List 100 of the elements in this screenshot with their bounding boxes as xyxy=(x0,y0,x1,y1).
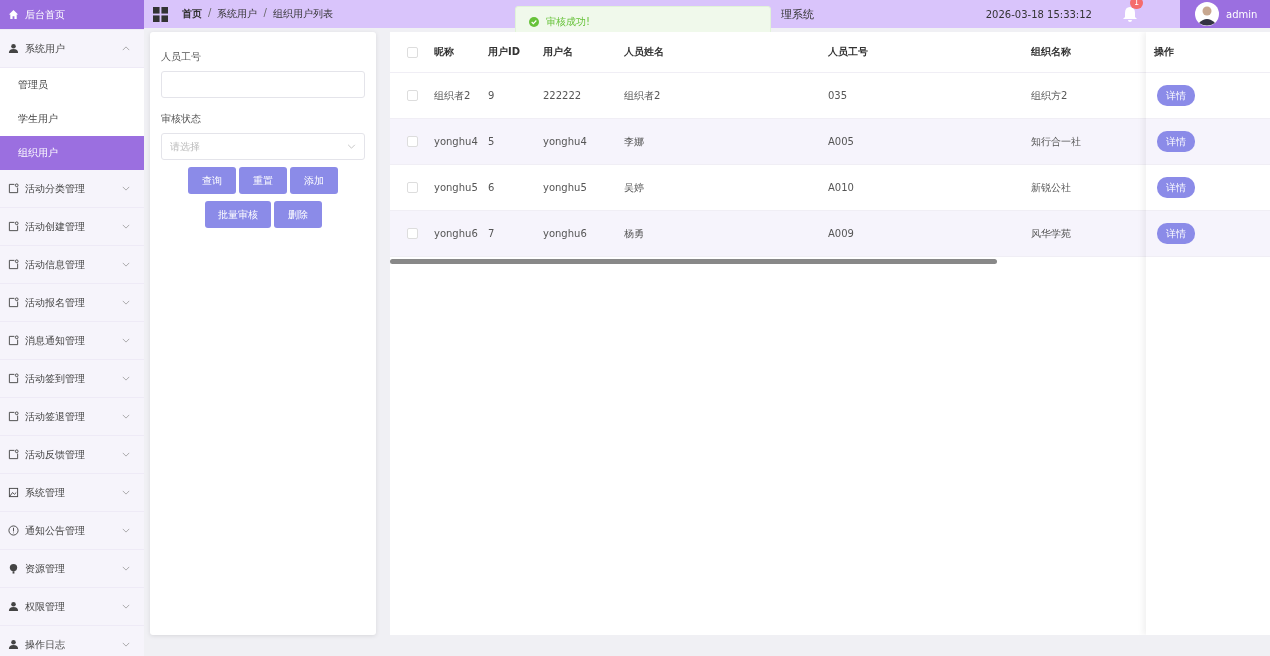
sidebar-item[interactable]: 活动分类管理 xyxy=(0,170,144,208)
table-cell-text: 6 xyxy=(488,182,496,193)
note-icon xyxy=(8,297,19,308)
table-cell-text: yonghu5 xyxy=(434,182,479,193)
chevron-down-icon xyxy=(122,300,130,305)
row-checkbox[interactable] xyxy=(406,182,418,193)
table-cell-text: A009 xyxy=(828,228,855,239)
column-header: 昵称 xyxy=(434,45,455,59)
row-checkbox[interactable] xyxy=(406,136,418,147)
table-cell-text: 222222 xyxy=(543,90,583,101)
table-cell-text: 组织方2 xyxy=(1031,88,1069,103)
avatar-icon xyxy=(1195,2,1219,26)
datetime: 2026-03-18 15:33:12 xyxy=(985,8,1092,20)
chevron-down-icon xyxy=(122,186,130,191)
table-cell-text: yonghu5 xyxy=(543,182,588,193)
table-cell-text: 7 xyxy=(488,228,496,239)
table-cell-text: A005 xyxy=(828,136,855,147)
breadcrumb-item[interactable]: 首页 xyxy=(182,7,202,21)
bulb-icon xyxy=(8,563,19,574)
chevron-down-icon xyxy=(122,376,130,381)
sidebar-item[interactable]: 活动报名管理 xyxy=(0,284,144,322)
sidebar-item[interactable]: 后台首页 xyxy=(0,0,144,30)
table-cell-text: 组织者2 xyxy=(624,88,662,103)
row-checkbox[interactable] xyxy=(406,228,418,239)
notification-badge: 1 xyxy=(1129,0,1144,9)
image-icon xyxy=(8,487,19,498)
select-all-checkbox[interactable] xyxy=(406,46,418,58)
chevron-down-icon xyxy=(122,452,130,457)
user-menu[interactable]: admin xyxy=(1180,0,1270,28)
chevron-down-icon xyxy=(347,144,356,149)
chevron-down-icon xyxy=(122,566,130,571)
chevron-down-icon xyxy=(122,262,130,267)
note-icon xyxy=(8,259,19,270)
breadcrumb-separator: / xyxy=(263,7,267,20)
breadcrumb-separator: / xyxy=(208,7,212,20)
breadcrumb-item[interactable]: 组织用户列表 xyxy=(272,7,333,21)
chevron-down-icon xyxy=(122,642,130,647)
table-cell-text: 杨勇 xyxy=(624,226,645,241)
column-header: 用户ID xyxy=(488,45,522,59)
home-icon xyxy=(8,9,19,20)
person-icon xyxy=(8,639,19,650)
sidebar-item[interactable]: 资源管理 xyxy=(0,550,144,588)
sidebar-item[interactable]: 活动创建管理 xyxy=(0,208,144,246)
sidebar-item[interactable]: 通知公告管理 xyxy=(0,512,144,550)
table-cell-text: 9 xyxy=(488,90,496,101)
table-cell-text: yonghu6 xyxy=(434,228,479,239)
table-cell-text: 李娜 xyxy=(624,134,645,149)
table-cell-text: 新锐公社 xyxy=(1031,180,1072,195)
chevron-down-icon xyxy=(122,604,130,609)
sidebar-item[interactable]: 活动信息管理 xyxy=(0,246,144,284)
row-checkbox[interactable] xyxy=(406,90,418,101)
sidebar-item[interactable]: 系统管理 xyxy=(0,474,144,512)
input-field[interactable] xyxy=(161,71,365,98)
table-cell-text: 风华学苑 xyxy=(1031,226,1072,241)
system-title: 理系统 xyxy=(780,6,814,22)
column-header: 用户名 xyxy=(543,45,574,59)
column-header: 人员工号 xyxy=(828,45,869,59)
chevron-down-icon xyxy=(122,224,130,229)
sidebar-item[interactable]: 活动反馈管理 xyxy=(0,436,144,474)
submenu-item[interactable]: 学生用户 xyxy=(0,102,144,136)
table-cell-text: A010 xyxy=(828,182,855,193)
check-circle-icon xyxy=(529,17,539,27)
bell-icon[interactable] xyxy=(1121,6,1138,22)
grid-icon[interactable] xyxy=(153,6,168,22)
submenu-item[interactable]: 管理员 xyxy=(0,68,144,102)
submenu-item[interactable]: 组织用户 xyxy=(0,136,144,170)
chevron-down-icon xyxy=(122,490,130,495)
table-cell-text: 组织者2 xyxy=(434,88,472,103)
info-icon xyxy=(8,525,19,536)
chevron-down-icon xyxy=(122,528,130,533)
toast-message: 审核成功! xyxy=(546,15,590,29)
person-icon xyxy=(8,43,19,54)
chevron-down-icon xyxy=(122,338,130,343)
note-icon xyxy=(8,221,19,232)
sidebar-item[interactable]: 活动签退管理 xyxy=(0,398,144,436)
note-icon xyxy=(8,411,19,422)
table-cell-text: yonghu6 xyxy=(543,228,588,239)
note-icon xyxy=(8,183,19,194)
scrollbar-thumb[interactable] xyxy=(390,259,997,264)
table-cell-text: 知行合一社 xyxy=(1031,134,1082,149)
sidebar-item[interactable]: 权限管理 xyxy=(0,588,144,626)
breadcrumb-item[interactable]: 系统用户 xyxy=(217,7,258,21)
sidebar-item[interactable]: 消息通知管理 xyxy=(0,322,144,360)
table-cell-text: yonghu4 xyxy=(543,136,588,147)
table-cell-text: 035 xyxy=(828,90,849,101)
chevron-up-icon xyxy=(122,46,130,51)
note-icon xyxy=(8,373,19,384)
table-cell-text: yonghu4 xyxy=(434,136,479,147)
sidebar-item[interactable]: 活动签到管理 xyxy=(0,360,144,398)
table-cell-text: 吴婷 xyxy=(624,180,645,195)
sidebar-item[interactable]: 操作日志 xyxy=(0,626,144,656)
column-header: 组织名称 xyxy=(1031,45,1072,59)
column-header: 操作 xyxy=(1154,45,1174,59)
note-icon xyxy=(8,335,19,346)
field-label: 审核状态 xyxy=(161,112,202,126)
field-label: 人员工号 xyxy=(161,50,202,64)
chevron-down-icon xyxy=(122,414,130,419)
column-header: 人员姓名 xyxy=(624,45,665,59)
table-cell-text: 5 xyxy=(488,136,496,147)
person-icon xyxy=(8,601,19,612)
